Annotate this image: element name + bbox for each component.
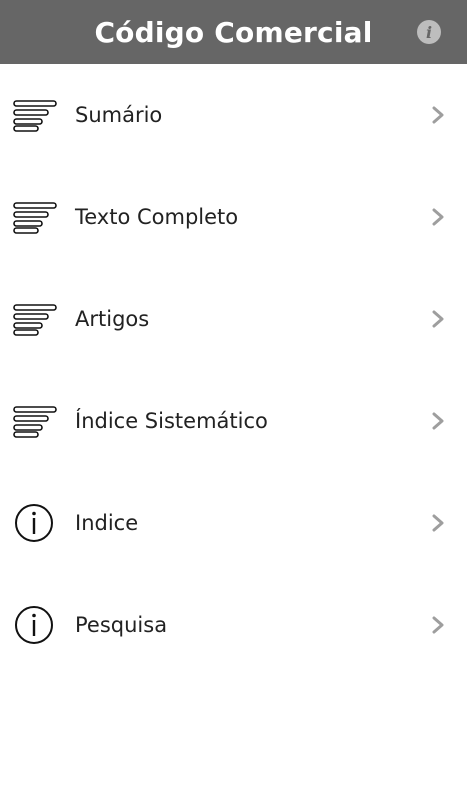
chevron-right-icon [432,106,444,124]
menu-item-artigos[interactable]: Artigos [0,268,467,370]
info-icon: i [425,22,433,42]
menu-item-label: Sumário [75,103,163,127]
menu-item-pesquisa[interactable]: Pesquisa [0,574,467,676]
chevron-right-icon [432,208,444,226]
menu-item-indice[interactable]: Indice [0,472,467,574]
chevron-right-icon [432,412,444,430]
app-header: Código Comercial i [0,0,467,64]
list-lines-icon [13,304,57,336]
menu-item-label: Pesquisa [75,613,168,637]
menu-item-indice-sistematico[interactable]: Índice Sistemático [0,370,467,472]
menu-list: Sumário Texto Completo Artigos Índice Si… [0,64,467,676]
menu-item-label: Texto Completo [75,205,239,229]
list-lines-icon [13,202,57,234]
info-button[interactable]: i [417,20,441,44]
page-title: Código Comercial [94,15,373,49]
menu-item-texto-completo[interactable]: Texto Completo [0,166,467,268]
chevron-right-icon [432,616,444,634]
chevron-right-icon [432,514,444,532]
menu-item-label: Indice [75,511,139,535]
menu-item-label: Artigos [75,307,150,331]
menu-item-label: Índice Sistemático [75,409,268,433]
list-lines-icon [13,406,57,438]
menu-item-sumario[interactable]: Sumário [0,64,467,166]
info-circle-icon [15,606,53,644]
list-lines-icon [13,100,57,132]
info-circle-icon [15,504,53,542]
chevron-right-icon [432,310,444,328]
